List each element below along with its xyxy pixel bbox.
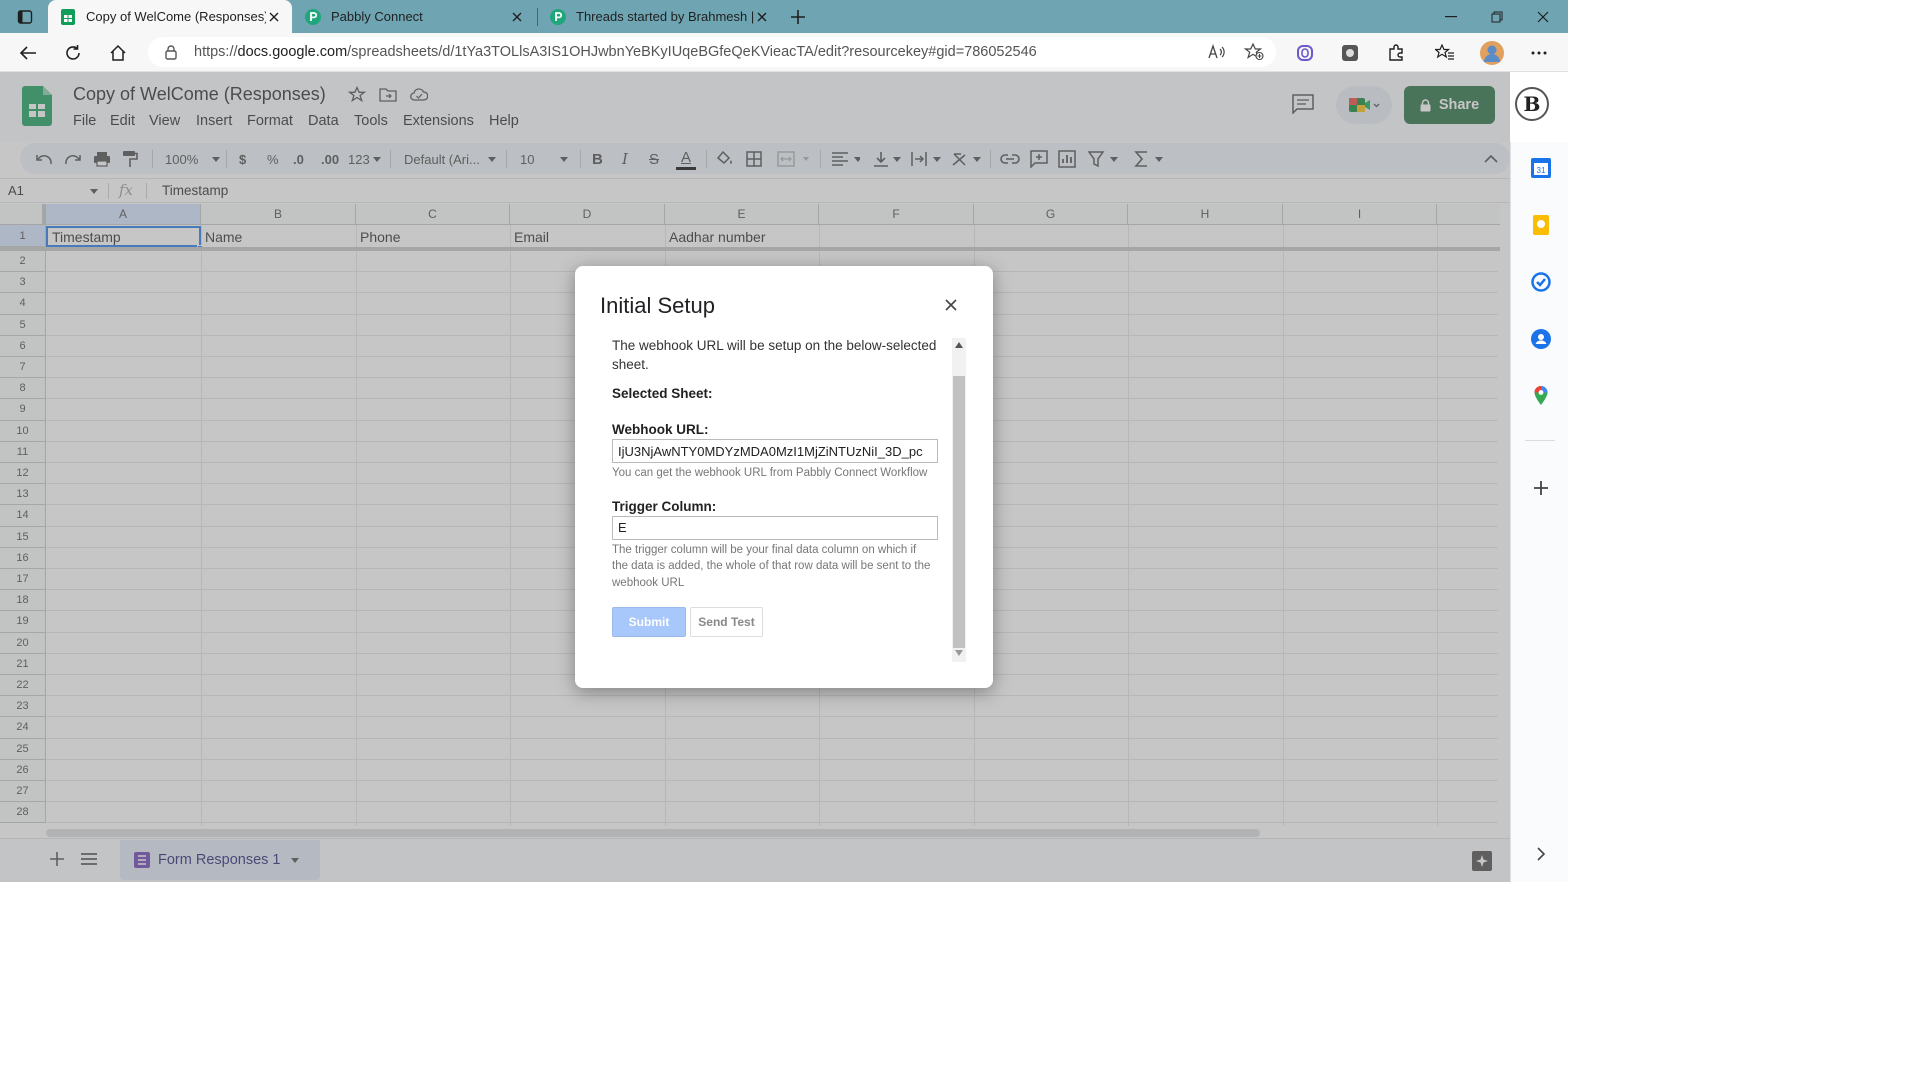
webhook-url-help: You can get the webhook URL from Pabbly …: [612, 467, 928, 479]
dialog-title: Initial Setup: [600, 293, 715, 318]
tab-title: Pabbly Connect: [331, 9, 423, 24]
new-tab-icon[interactable]: [783, 2, 813, 32]
pabbly-favicon-icon: [305, 8, 321, 25]
favorites-icon[interactable]: [1430, 38, 1460, 68]
tab-title: Threads started by Brahmesh | P: [576, 9, 754, 24]
add-addon-icon[interactable]: [1531, 478, 1551, 498]
url-prefix: https://: [194, 44, 238, 60]
send-test-button[interactable]: Send Test: [690, 607, 763, 637]
initial-setup-dialog: Initial Setup The webhook URL will be se…: [575, 266, 993, 688]
restore-icon[interactable]: [1474, 0, 1520, 33]
minimize-icon[interactable]: [1428, 0, 1474, 33]
tab-actions-icon[interactable]: [10, 2, 40, 32]
submit-button[interactable]: Submit: [612, 607, 686, 637]
back-icon[interactable]: [13, 38, 43, 68]
tab-title: Copy of WelCome (Responses) -: [86, 9, 266, 24]
url-host: docs.google.com: [237, 44, 348, 60]
trigger-column-label: Trigger Column:: [612, 498, 717, 514]
close-tab-icon[interactable]: [266, 9, 282, 25]
close-tab-icon[interactable]: [754, 9, 770, 25]
scroll-up-icon[interactable]: [955, 342, 963, 348]
close-window-icon[interactable]: [1520, 0, 1566, 33]
dialog-scrollbar-thumb[interactable]: [953, 376, 965, 648]
webhook-url-input[interactable]: IjU3NjAwNTY0MDYzMDA0MzI1MjZiNTUzNiI_3D_p…: [612, 439, 938, 463]
address-bar[interactable]: https://docs.google.com/spreadsheets/d/1…: [148, 37, 1276, 67]
browser-tab-pabbly[interactable]: Pabbly Connect: [293, 0, 535, 33]
keep-icon[interactable]: [1531, 215, 1551, 235]
profile-avatar-icon[interactable]: [1477, 38, 1507, 68]
account-avatar[interactable]: B: [1515, 87, 1549, 121]
more-icon[interactable]: [1524, 38, 1554, 68]
home-icon[interactable]: [103, 38, 133, 68]
read-aloud-icon[interactable]: [1208, 44, 1226, 60]
dialog-intro: The webhook URL will be setup on the bel…: [612, 338, 937, 372]
browser-tab-strip: Copy of WelCome (Responses) - Pabbly Con…: [0, 0, 1568, 33]
side-panel: 31: [1510, 142, 1568, 882]
webhook-url-label: Webhook URL:: [612, 422, 709, 437]
browser-tab-threads[interactable]: Threads started by Brahmesh | P: [538, 0, 780, 33]
extension-square-icon[interactable]: [1335, 38, 1365, 68]
lock-icon[interactable]: [164, 44, 178, 60]
dialog-content: The webhook URL will be setup on the bel…: [612, 336, 942, 591]
pabbly-favicon-icon: [550, 8, 566, 25]
trigger-column-help: The trigger column will be your final da…: [612, 543, 931, 589]
favorite-add-icon[interactable]: [1244, 43, 1264, 61]
contacts-icon[interactable]: [1531, 329, 1551, 349]
extensions-puzzle-icon[interactable]: [1381, 38, 1411, 68]
browser-toolbar: https://docs.google.com/spreadsheets/d/1…: [0, 33, 1568, 72]
refresh-icon[interactable]: [58, 38, 88, 68]
svg-text:31: 31: [1537, 166, 1546, 175]
tasks-icon[interactable]: [1531, 272, 1551, 292]
expand-panel-icon[interactable]: [1531, 844, 1551, 864]
account-initial: B: [1523, 92, 1541, 116]
calendar-icon[interactable]: 31: [1531, 158, 1551, 178]
sheets-favicon-icon: [60, 8, 76, 25]
url-path: /spreadsheets/d/1tYa3TOLlsA3IS1OHJwbnYeB…: [347, 44, 1037, 60]
scroll-down-icon[interactable]: [955, 650, 963, 656]
trigger-column-input[interactable]: E: [612, 515, 938, 540]
selected-sheet-label: Selected Sheet:: [612, 386, 713, 401]
close-tab-icon[interactable]: [509, 9, 525, 25]
extension-icon[interactable]: [1290, 38, 1320, 68]
browser-tab-sheets[interactable]: Copy of WelCome (Responses) -: [48, 0, 292, 33]
maps-icon[interactable]: [1531, 386, 1551, 406]
close-icon[interactable]: [941, 295, 961, 315]
